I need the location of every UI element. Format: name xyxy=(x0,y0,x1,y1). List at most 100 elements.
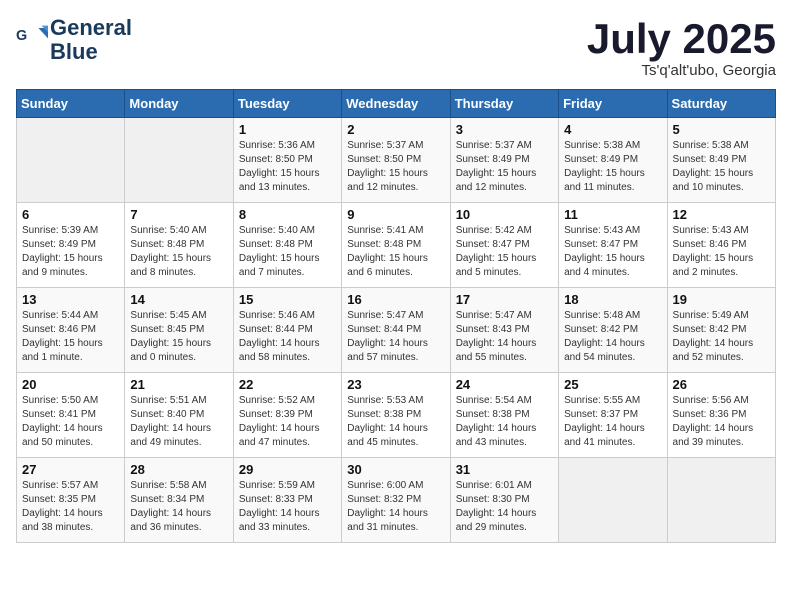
calendar-cell: 6 Sunrise: 5:39 AM Sunset: 8:49 PM Daylig… xyxy=(17,203,125,288)
day-number: 17 xyxy=(456,292,553,307)
day-number: 22 xyxy=(239,377,336,392)
cell-info: Sunrise: 5:52 AM Sunset: 8:39 PM Dayligh… xyxy=(239,394,336,450)
day-number: 3 xyxy=(456,122,553,137)
day-number: 21 xyxy=(130,377,227,392)
day-number: 19 xyxy=(673,292,770,307)
cell-info: Sunrise: 5:38 AM Sunset: 8:49 PM Dayligh… xyxy=(673,139,770,195)
calendar-table: Sunday Monday Tuesday Wednesday Thursday… xyxy=(16,89,776,543)
cell-info: Sunrise: 5:45 AM Sunset: 8:45 PM Dayligh… xyxy=(130,309,227,365)
cell-info: Sunrise: 5:50 AM Sunset: 8:41 PM Dayligh… xyxy=(22,394,119,450)
cell-info: Sunrise: 5:44 AM Sunset: 8:46 PM Dayligh… xyxy=(22,309,119,365)
day-number: 24 xyxy=(456,377,553,392)
calendar-cell: 24 Sunrise: 5:54 AM Sunset: 8:38 PM Dayli… xyxy=(450,373,558,458)
calendar-cell: 11 Sunrise: 5:43 AM Sunset: 8:47 PM Dayli… xyxy=(559,203,667,288)
day-number: 9 xyxy=(347,207,444,222)
cell-info: Sunrise: 5:43 AM Sunset: 8:46 PM Dayligh… xyxy=(673,224,770,280)
day-number: 15 xyxy=(239,292,336,307)
calendar-week-5: 27Sunrise: 5:57 AM Sunset: 8:35 PM Dayli… xyxy=(17,458,776,543)
header: G General Blue July 2025 Ts'q'alt'ubo, G… xyxy=(16,16,776,79)
cell-info: Sunrise: 5:47 AM Sunset: 8:44 PM Dayligh… xyxy=(347,309,444,365)
day-number: 25 xyxy=(564,377,661,392)
calendar-week-4: 20Sunrise: 5:50 AM Sunset: 8:41 PM Dayli… xyxy=(17,373,776,458)
cell-info: Sunrise: 5:39 AM Sunset: 8:49 PM Dayligh… xyxy=(22,224,119,280)
day-number: 27 xyxy=(22,462,119,477)
calendar-cell: 13Sunrise: 5:44 AM Sunset: 8:46 PM Dayli… xyxy=(17,288,125,373)
calendar-cell: 30Sunrise: 6:00 AM Sunset: 8:32 PM Dayli… xyxy=(342,458,450,543)
calendar-cell: 16 Sunrise: 5:47 AM Sunset: 8:44 PM Dayli… xyxy=(342,288,450,373)
cell-info: Sunrise: 5:38 AM Sunset: 8:49 PM Dayligh… xyxy=(564,139,661,195)
calendar-cell xyxy=(559,458,667,543)
day-number: 11 xyxy=(564,207,661,222)
cell-info: Sunrise: 5:41 AM Sunset: 8:48 PM Dayligh… xyxy=(347,224,444,280)
header-monday: Monday xyxy=(125,90,233,118)
header-saturday: Saturday xyxy=(667,90,775,118)
calendar-cell: 26 Sunrise: 5:56 AM Sunset: 8:36 PM Dayli… xyxy=(667,373,775,458)
day-number: 16 xyxy=(347,292,444,307)
calendar-cell: 31 Sunrise: 6:01 AM Sunset: 8:30 PM Dayli… xyxy=(450,458,558,543)
cell-info: Sunrise: 5:40 AM Sunset: 8:48 PM Dayligh… xyxy=(130,224,227,280)
title-area: July 2025 Ts'q'alt'ubo, Georgia xyxy=(587,16,776,79)
cell-info: Sunrise: 6:01 AM Sunset: 8:30 PM Dayligh… xyxy=(456,479,553,535)
calendar-cell: 19 Sunrise: 5:49 AM Sunset: 8:42 PM Dayli… xyxy=(667,288,775,373)
day-number: 28 xyxy=(130,462,227,477)
cell-info: Sunrise: 5:49 AM Sunset: 8:42 PM Dayligh… xyxy=(673,309,770,365)
calendar-cell: 8Sunrise: 5:40 AM Sunset: 8:48 PM Daylig… xyxy=(233,203,341,288)
day-number: 26 xyxy=(673,377,770,392)
calendar-cell: 18 Sunrise: 5:48 AM Sunset: 8:42 PM Dayli… xyxy=(559,288,667,373)
day-number: 12 xyxy=(673,207,770,222)
calendar-cell: 20Sunrise: 5:50 AM Sunset: 8:41 PM Dayli… xyxy=(17,373,125,458)
calendar-cell xyxy=(125,118,233,203)
cell-info: Sunrise: 5:56 AM Sunset: 8:36 PM Dayligh… xyxy=(673,394,770,450)
calendar-cell: 9 Sunrise: 5:41 AM Sunset: 8:48 PM Daylig… xyxy=(342,203,450,288)
day-number: 10 xyxy=(456,207,553,222)
calendar-week-1: 1Sunrise: 5:36 AM Sunset: 8:50 PM Daylig… xyxy=(17,118,776,203)
calendar-cell: 22 Sunrise: 5:52 AM Sunset: 8:39 PM Dayli… xyxy=(233,373,341,458)
logo-icon: G xyxy=(16,24,48,56)
cell-info: Sunrise: 5:51 AM Sunset: 8:40 PM Dayligh… xyxy=(130,394,227,450)
calendar-cell: 29Sunrise: 5:59 AM Sunset: 8:33 PM Dayli… xyxy=(233,458,341,543)
calendar-cell: 21 Sunrise: 5:51 AM Sunset: 8:40 PM Dayli… xyxy=(125,373,233,458)
logo-text: General Blue xyxy=(50,16,132,64)
day-number: 14 xyxy=(130,292,227,307)
calendar-cell: 7 Sunrise: 5:40 AM Sunset: 8:48 PM Daylig… xyxy=(125,203,233,288)
calendar-cell: 14 Sunrise: 5:45 AM Sunset: 8:45 PM Dayli… xyxy=(125,288,233,373)
calendar-cell: 4Sunrise: 5:38 AM Sunset: 8:49 PM Daylig… xyxy=(559,118,667,203)
cell-info: Sunrise: 6:00 AM Sunset: 8:32 PM Dayligh… xyxy=(347,479,444,535)
cell-info: Sunrise: 5:36 AM Sunset: 8:50 PM Dayligh… xyxy=(239,139,336,195)
calendar-cell: 28 Sunrise: 5:58 AM Sunset: 8:34 PM Dayli… xyxy=(125,458,233,543)
cell-info: Sunrise: 5:37 AM Sunset: 8:50 PM Dayligh… xyxy=(347,139,444,195)
cell-info: Sunrise: 5:48 AM Sunset: 8:42 PM Dayligh… xyxy=(564,309,661,365)
calendar-cell: 1Sunrise: 5:36 AM Sunset: 8:50 PM Daylig… xyxy=(233,118,341,203)
cell-info: Sunrise: 5:42 AM Sunset: 8:47 PM Dayligh… xyxy=(456,224,553,280)
cell-info: Sunrise: 5:54 AM Sunset: 8:38 PM Dayligh… xyxy=(456,394,553,450)
calendar-cell: 27Sunrise: 5:57 AM Sunset: 8:35 PM Dayli… xyxy=(17,458,125,543)
calendar-cell: 12 Sunrise: 5:43 AM Sunset: 8:46 PM Dayli… xyxy=(667,203,775,288)
svg-text:G: G xyxy=(16,28,27,44)
month-title: July 2025 xyxy=(587,16,776,62)
cell-info: Sunrise: 5:46 AM Sunset: 8:44 PM Dayligh… xyxy=(239,309,336,365)
calendar-cell: 5 Sunrise: 5:38 AM Sunset: 8:49 PM Daylig… xyxy=(667,118,775,203)
day-number: 5 xyxy=(673,122,770,137)
calendar-cell: 23Sunrise: 5:53 AM Sunset: 8:38 PM Dayli… xyxy=(342,373,450,458)
day-number: 18 xyxy=(564,292,661,307)
cell-info: Sunrise: 5:37 AM Sunset: 8:49 PM Dayligh… xyxy=(456,139,553,195)
calendar-cell xyxy=(17,118,125,203)
calendar-cell xyxy=(667,458,775,543)
calendar-week-2: 6 Sunrise: 5:39 AM Sunset: 8:49 PM Daylig… xyxy=(17,203,776,288)
calendar-cell: 15 Sunrise: 5:46 AM Sunset: 8:44 PM Dayli… xyxy=(233,288,341,373)
day-number: 7 xyxy=(130,207,227,222)
day-number: 8 xyxy=(239,207,336,222)
day-number: 6 xyxy=(22,207,119,222)
cell-info: Sunrise: 5:58 AM Sunset: 8:34 PM Dayligh… xyxy=(130,479,227,535)
header-wednesday: Wednesday xyxy=(342,90,450,118)
calendar-cell: 25Sunrise: 5:55 AM Sunset: 8:37 PM Dayli… xyxy=(559,373,667,458)
calendar-week-3: 13Sunrise: 5:44 AM Sunset: 8:46 PM Dayli… xyxy=(17,288,776,373)
location: Ts'q'alt'ubo, Georgia xyxy=(587,62,776,79)
header-thursday: Thursday xyxy=(450,90,558,118)
day-number: 31 xyxy=(456,462,553,477)
calendar-cell: 17Sunrise: 5:47 AM Sunset: 8:43 PM Dayli… xyxy=(450,288,558,373)
calendar-cell: 10 Sunrise: 5:42 AM Sunset: 8:47 PM Dayli… xyxy=(450,203,558,288)
header-friday: Friday xyxy=(559,90,667,118)
logo: G General Blue xyxy=(16,16,132,64)
cell-info: Sunrise: 5:43 AM Sunset: 8:47 PM Dayligh… xyxy=(564,224,661,280)
